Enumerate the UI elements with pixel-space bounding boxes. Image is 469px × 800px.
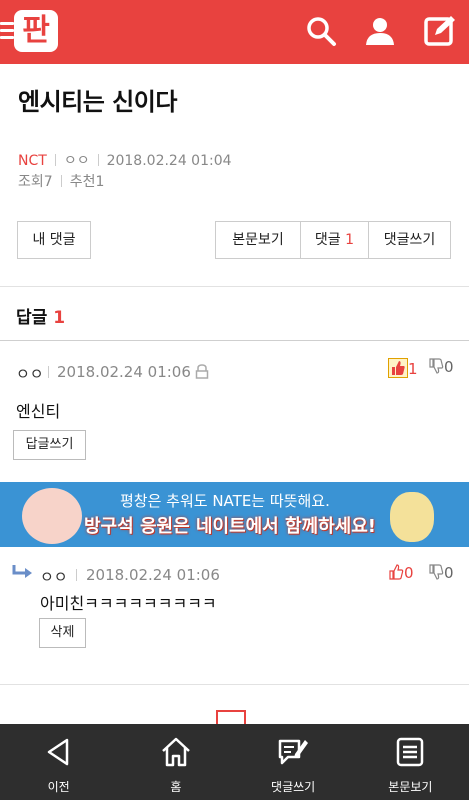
- like-count: 0: [404, 564, 414, 582]
- nav-label: 댓글쓰기: [271, 780, 316, 794]
- nate-olympics-banner[interactable]: 평창은 추워도 NATE는 따뜻해요. 방구석 응원은 네이트에서 함께하세요!: [0, 482, 469, 547]
- thumbs-down-icon: [428, 358, 444, 376]
- comment-date: 2018.02.24 01:06: [57, 363, 191, 381]
- nav-view-body[interactable]: 본문보기: [352, 724, 469, 800]
- reply-arrow-icon: [12, 564, 34, 580]
- post-nav-buttons: 본문보기 댓글 1 댓글쓰기: [215, 221, 451, 259]
- divider: [0, 286, 469, 287]
- reply-write-button[interactable]: 답글쓰기: [13, 430, 86, 460]
- views-label: 조회: [18, 174, 44, 190]
- mascot-image: [22, 488, 82, 544]
- bottom-nav: 이전 홈 댓글쓰기 본문보기: [0, 724, 469, 800]
- comment-date: 2018.02.24 01:06: [86, 566, 220, 584]
- comment-text: 아미친ㅋㅋㅋㅋㅋㅋㅋㅋㅋ: [40, 594, 217, 613]
- nav-home[interactable]: 홈: [117, 724, 234, 800]
- thumbs-down-icon: [428, 564, 444, 582]
- document-icon: [397, 737, 424, 767]
- post-stats: 조회7 추천1: [18, 171, 104, 191]
- user-icon[interactable]: [363, 14, 397, 48]
- views-count: 7: [43, 174, 53, 190]
- my-comments-button[interactable]: 내 댓글: [17, 221, 91, 259]
- thumbs-up-icon: [388, 358, 408, 378]
- divider: [0, 684, 469, 685]
- dislike-count: 0: [444, 564, 454, 582]
- comment-author: ㅇㅇ: [16, 365, 44, 383]
- write-comment-button[interactable]: 댓글쓰기: [369, 222, 450, 258]
- comment-write-icon: [278, 739, 309, 765]
- thumbs-up-icon: [388, 564, 404, 582]
- comment-author: ㅇㅇ: [40, 568, 68, 586]
- like-button[interactable]: 0: [388, 564, 414, 582]
- top-bar: 판: [0, 0, 469, 64]
- replies-count: 1: [53, 308, 66, 328]
- dislike-button[interactable]: 0: [428, 358, 454, 376]
- comments-button[interactable]: 댓글 1: [301, 222, 369, 258]
- write-icon[interactable]: [423, 14, 457, 48]
- post-author: ㅇㅇ: [63, 153, 90, 169]
- menu-icon[interactable]: [0, 22, 14, 40]
- separator: [48, 366, 49, 378]
- comment-text: 엔신티: [16, 402, 61, 421]
- replies-label: 답글: [16, 308, 48, 328]
- delete-button[interactable]: 삭제: [39, 618, 86, 648]
- separator: [76, 569, 77, 581]
- comments-label: 댓글: [314, 232, 341, 248]
- nav-label: 홈: [170, 780, 182, 794]
- post-title: 엔시티는 신이다: [18, 88, 177, 116]
- lock-icon: [195, 364, 209, 379]
- home-icon: [162, 737, 190, 767]
- search-icon[interactable]: [304, 14, 338, 48]
- dislike-count: 0: [444, 358, 454, 376]
- pann-logo[interactable]: 판: [14, 10, 58, 52]
- recommend-count: 1: [95, 174, 105, 190]
- back-icon: [47, 738, 68, 766]
- nav-write-comment[interactable]: 댓글쓰기: [235, 724, 352, 800]
- like-button[interactable]: 1: [388, 358, 418, 378]
- banner-line1: 평창은 추워도 NATE는 따뜻해요.: [120, 492, 330, 510]
- post-date: 2018.02.24 01:04: [106, 153, 232, 169]
- like-count: 1: [408, 360, 418, 378]
- nav-label: 이전: [47, 780, 70, 794]
- view-body-button[interactable]: 본문보기: [216, 222, 301, 258]
- post-category[interactable]: NCT: [18, 153, 47, 169]
- recommend-label: 추천: [69, 174, 96, 190]
- replies-heading: 답글 1: [16, 303, 65, 328]
- mascot-image: [390, 492, 434, 542]
- dislike-button[interactable]: 0: [428, 564, 454, 582]
- divider: [0, 340, 469, 341]
- banner-line2: 방구석 응원은 네이트에서 함께하세요!: [84, 516, 376, 537]
- comments-count: 1: [345, 232, 355, 248]
- nav-back[interactable]: 이전: [0, 724, 117, 800]
- nav-label: 본문보기: [388, 780, 433, 794]
- post-meta: NCT ㅇㅇ 2018.02.24 01:04: [18, 150, 232, 170]
